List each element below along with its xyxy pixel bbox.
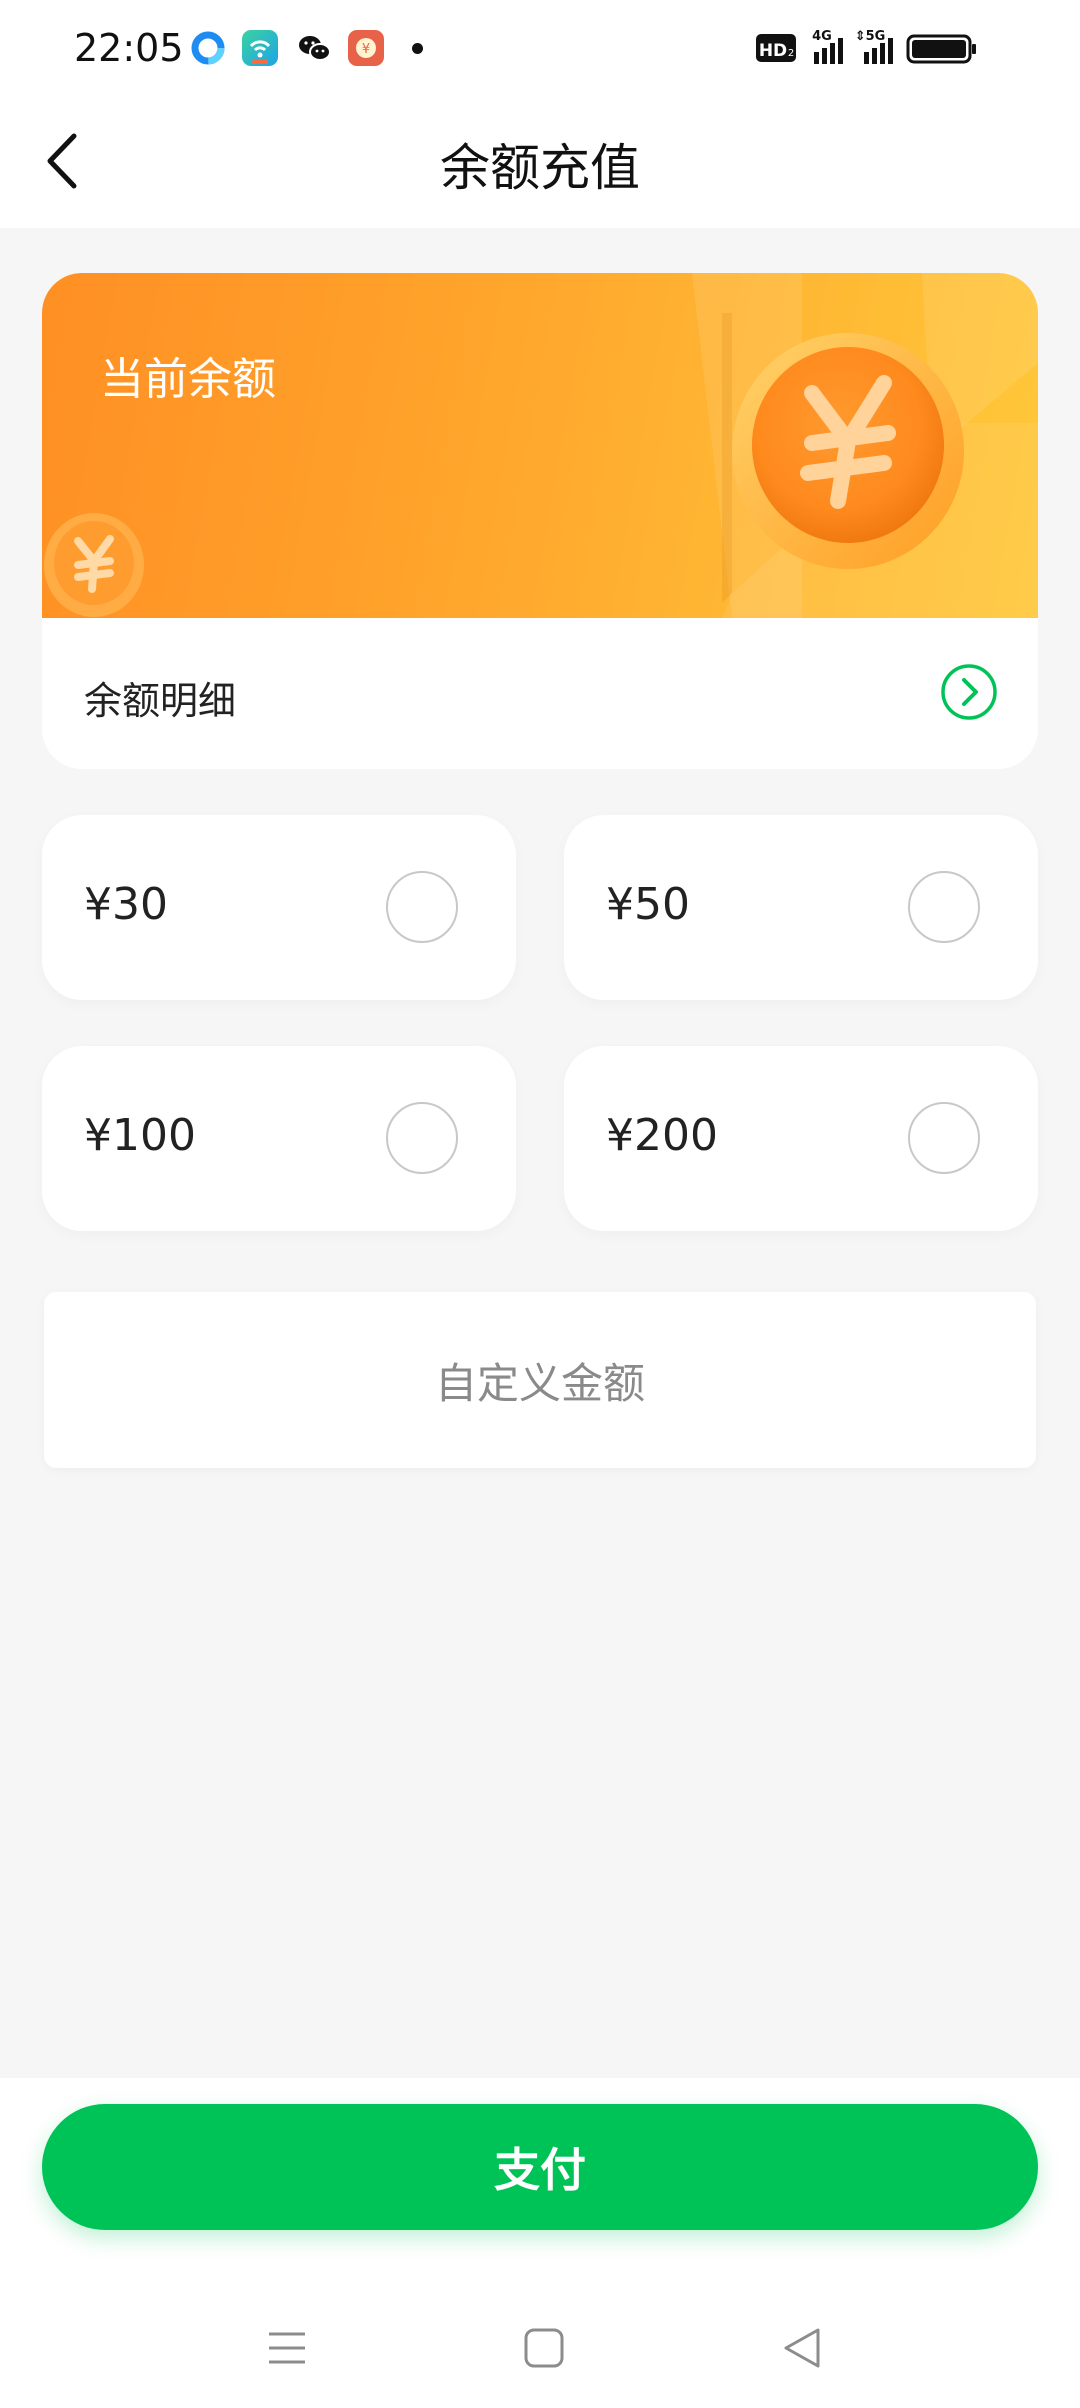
current-balance-label: 当前余额	[100, 354, 276, 405]
app-header: 余额充值	[0, 96, 1080, 228]
svg-text:⇕5G: ⇕5G	[855, 29, 886, 44]
coin-decoration-icon	[44, 273, 1038, 618]
wechat-icon	[296, 30, 332, 66]
notification-dot	[412, 43, 423, 54]
amount-option-30[interactable]: ¥30	[42, 815, 516, 1000]
home-square-icon[interactable]	[514, 2318, 574, 2378]
custom-amount-input[interactable]: 自定义金额	[44, 1292, 1036, 1468]
balance-detail-row[interactable]: 余额明细	[42, 618, 1038, 769]
amount-option-50[interactable]: ¥50	[564, 815, 1038, 1000]
chevron-right-circle-icon	[941, 664, 997, 720]
status-indicators: HD 2 4G ⇕5G	[756, 26, 1016, 70]
svg-text:HD: HD	[759, 41, 787, 61]
radio-unselected-icon[interactable]	[908, 871, 980, 943]
taobao-app-icon: ¥	[348, 30, 384, 66]
back-triangle-icon[interactable]	[772, 2318, 832, 2378]
browser-app-icon	[190, 30, 226, 66]
amount-label: ¥100	[84, 1110, 196, 1161]
amount-label: ¥200	[606, 1110, 718, 1161]
balance-detail-label: 余额明细	[84, 679, 237, 723]
radio-unselected-icon[interactable]	[908, 1102, 980, 1174]
amount-label: ¥30	[84, 879, 168, 930]
amount-option-100[interactable]: ¥100	[42, 1046, 516, 1231]
radio-unselected-icon[interactable]	[386, 1102, 458, 1174]
balance-banner: 当前余额	[42, 273, 1038, 618]
radio-unselected-icon[interactable]	[386, 871, 458, 943]
footer: 支付	[0, 2078, 1080, 2408]
svg-text:2: 2	[788, 48, 794, 59]
balance-card: 当前余额 余额明细	[42, 273, 1038, 769]
page-title: 余额充值	[440, 139, 640, 197]
pay-button[interactable]: 支付	[42, 2104, 1038, 2230]
amount-label: ¥50	[606, 879, 690, 930]
menu-icon[interactable]	[257, 2318, 317, 2378]
wifi-share-app-icon	[242, 30, 278, 66]
custom-amount-placeholder: 自定义金额	[434, 1359, 645, 1408]
status-bar: 22:05 ¥ HD 2 4G ⇕5G	[0, 0, 1080, 96]
amount-option-200[interactable]: ¥200	[564, 1046, 1038, 1231]
status-time: 22:05	[74, 26, 184, 70]
svg-text:4G: 4G	[812, 29, 832, 44]
svg-text:¥: ¥	[362, 42, 370, 57]
system-nav-bar	[0, 2318, 1080, 2408]
